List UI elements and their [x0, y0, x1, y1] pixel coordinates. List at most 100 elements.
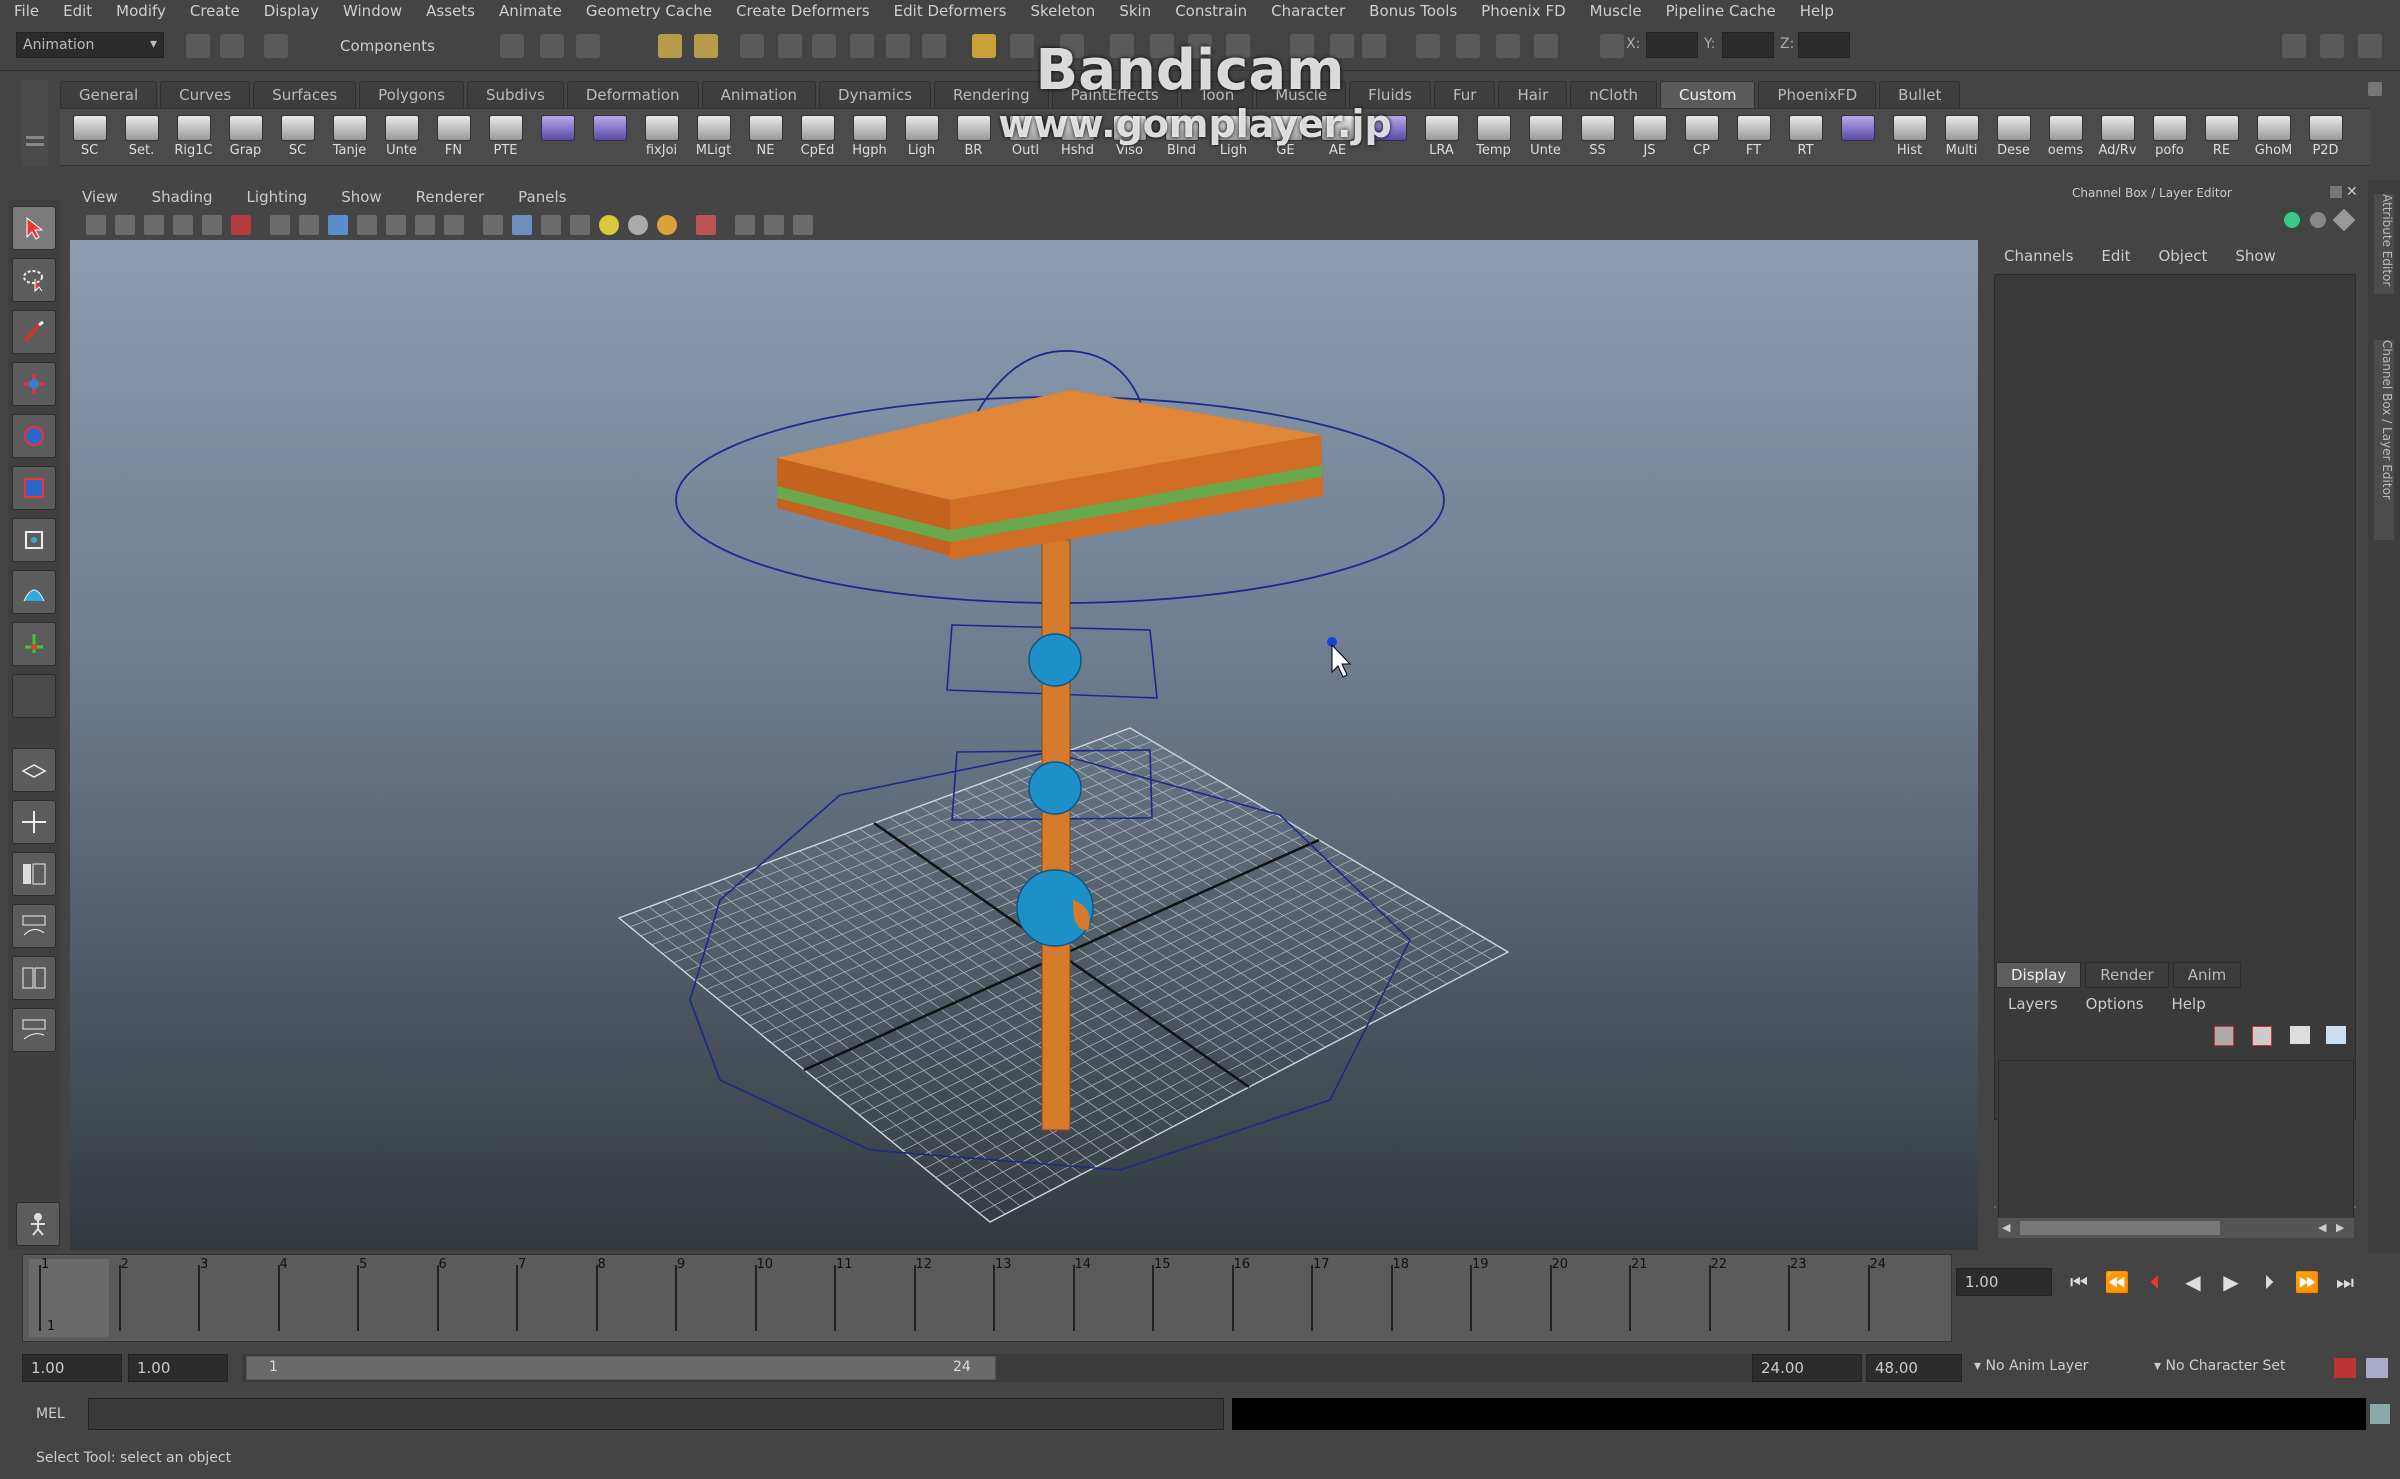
grease-pencil-icon[interactable]	[231, 215, 251, 235]
toggle-channel-box-icon[interactable]	[2358, 34, 2382, 58]
viewport-menu-view[interactable]: View	[82, 188, 118, 206]
high-quality-icon[interactable]	[657, 215, 677, 235]
time-slider[interactable]: 1 1 2 3 4 5 6 7 8 9 10 11 12 13 14 15 16 17 18 19 20 21 22 23 2…	[22, 1254, 1952, 1342]
move-selected-down-icon[interactable]	[2326, 1026, 2346, 1044]
shelf-button-grap[interactable]: Grap	[222, 109, 269, 158]
shelf-button-ghom[interactable]: GhoM	[2250, 109, 2297, 158]
persp-graph-layout-icon[interactable]	[12, 904, 56, 948]
z-field[interactable]	[1798, 32, 1850, 58]
layer-tab-display[interactable]: Display	[1996, 962, 2082, 988]
shelf-tab-polygons[interactable]: Polygons	[359, 81, 464, 108]
xray-joints-icon[interactable]	[764, 215, 784, 235]
scale-tool-icon[interactable]	[12, 466, 56, 510]
move-tool-icon[interactable]	[12, 362, 56, 406]
menu-set-select[interactable]: Animation ▾	[16, 32, 164, 58]
bookmarks-icon[interactable]	[144, 215, 164, 235]
step-back-frame-icon[interactable]: ⏴	[2136, 1270, 2174, 1294]
shelf-button-oems[interactable]: oems	[2042, 109, 2089, 158]
menu-window[interactable]: Window	[343, 2, 402, 20]
select-by-component-icon[interactable]	[576, 34, 600, 58]
safe-action-icon[interactable]	[415, 215, 435, 235]
character-set-select[interactable]: ▾ No Character Set	[2154, 1358, 2286, 1374]
perspective-viewport[interactable]	[70, 240, 1978, 1250]
toggle-attribute-editor-icon[interactable]	[2282, 34, 2306, 58]
shelf-button-cped[interactable]: CpEd	[794, 109, 841, 158]
script-editor-icon[interactable]	[1456, 34, 1480, 58]
menu-edit[interactable]: Edit	[63, 2, 92, 20]
go-to-end-icon[interactable]: ⏭	[2326, 1270, 2364, 1294]
menu-file[interactable]: File	[14, 2, 39, 20]
shelf-button-sc[interactable]: SC	[66, 109, 113, 158]
xray-components-icon[interactable]	[793, 215, 813, 235]
select-by-object-icon[interactable]	[540, 34, 564, 58]
snap-point-icon[interactable]	[740, 34, 764, 58]
shelf-button-set[interactable]: Set.	[118, 109, 165, 158]
shadows-icon[interactable]	[628, 215, 648, 235]
gate-mask-icon[interactable]	[357, 215, 377, 235]
camera-icon[interactable]	[1416, 34, 1440, 58]
shelf-button-mligt[interactable]: MLigt	[690, 109, 737, 158]
viewport-menu-lighting[interactable]: Lighting	[247, 188, 308, 206]
shelf-button-unte[interactable]: Unte	[1522, 109, 1569, 158]
layer-tab-render[interactable]: Render	[2085, 962, 2169, 988]
joint-upper[interactable]	[1028, 633, 1082, 687]
pin-icon[interactable]	[2332, 208, 2356, 232]
open-scene-icon[interactable]	[220, 34, 244, 58]
platform-box[interactable]	[777, 390, 1323, 560]
menu-phoenix-fd[interactable]: Phoenix FD	[1481, 2, 1565, 20]
playback-start-field[interactable]: 1.00	[128, 1354, 228, 1382]
shelf-button-hgph[interactable]: Hgph	[846, 109, 893, 158]
shelf-button-icon-34[interactable]	[1834, 109, 1881, 143]
last-tool-slot[interactable]	[12, 674, 56, 718]
hypershade-layout-icon[interactable]	[12, 956, 56, 1000]
viewport-menu-show[interactable]: Show	[341, 188, 381, 206]
float-panel-icon[interactable]	[2330, 186, 2342, 198]
shading-icon[interactable]	[1534, 34, 1558, 58]
joint-middle[interactable]	[1028, 761, 1082, 815]
shelf-button-icon-10[interactable]	[586, 109, 633, 143]
shelf-tab-curves[interactable]: Curves	[160, 81, 251, 108]
character-controls-icon[interactable]	[16, 1202, 60, 1246]
smooth-shade-icon[interactable]	[512, 215, 532, 235]
shelf-tab-custom[interactable]: Custom	[1659, 81, 1756, 108]
step-back-key-icon[interactable]: ⏪	[2098, 1270, 2136, 1294]
shelf-button-p2d[interactable]: P2D	[2302, 109, 2349, 158]
layer-tab-anim[interactable]: Anim	[2172, 962, 2242, 988]
playback-end-field[interactable]: 24.00	[1752, 1354, 1862, 1382]
field-chart-icon[interactable]	[386, 215, 406, 235]
shelf-button-ne[interactable]: NE	[742, 109, 789, 158]
shelf-button-pte[interactable]: PTE	[482, 109, 529, 158]
rotate-tool-icon[interactable]	[12, 414, 56, 458]
select-tool-icon[interactable]	[12, 206, 56, 250]
channel-menu-show[interactable]: Show	[2235, 247, 2275, 265]
select-by-hierarchy-icon[interactable]	[500, 34, 524, 58]
animation-preferences-icon[interactable]	[2366, 1358, 2388, 1378]
animation-start-field[interactable]: 1.00	[22, 1354, 122, 1382]
safe-title-icon[interactable]	[444, 215, 464, 235]
step-forward-key-icon[interactable]: ⏩	[2288, 1270, 2326, 1294]
resolution-gate-icon[interactable]	[328, 215, 348, 235]
persp-outliner-layout-icon[interactable]	[12, 852, 56, 896]
snap-view-plane-icon[interactable]	[778, 34, 802, 58]
scene-canvas[interactable]	[70, 240, 1978, 1250]
command-input[interactable]	[88, 1398, 1224, 1430]
shelf-tab-subdivs[interactable]: Subdivs	[466, 81, 564, 108]
go-to-start-icon[interactable]: ⏮	[2060, 1270, 2098, 1294]
use-all-lights-icon[interactable]	[599, 215, 619, 235]
scroll-left-icon[interactable]: ◀	[2002, 1221, 2010, 1234]
shelf-button-hist[interactable]: Hist	[1886, 109, 1933, 158]
shelf-button-ad-rv[interactable]: Ad/Rv	[2094, 109, 2141, 158]
channel-box-side-tab[interactable]: Channel Box / Layer Editor	[2374, 340, 2394, 540]
menu-create[interactable]: Create	[190, 2, 240, 20]
lasso-tool-icon[interactable]	[12, 258, 56, 302]
layer-menu-help[interactable]: Help	[2172, 995, 2206, 1013]
isolate-select-icon[interactable]	[696, 215, 716, 235]
scroll-left-end-icon[interactable]: ◀	[2318, 1221, 2326, 1234]
grid-toggle-icon[interactable]	[270, 215, 290, 235]
scroll-thumb[interactable]	[2020, 1221, 2220, 1235]
range-slider-handle[interactable]: 1 24	[246, 1356, 996, 1380]
shelf-button-re[interactable]: RE	[2198, 109, 2245, 158]
shelf-button-fn[interactable]: FN	[430, 109, 477, 158]
snap-curve-icon[interactable]	[694, 34, 718, 58]
animation-end-field[interactable]: 48.00	[1866, 1354, 1962, 1382]
